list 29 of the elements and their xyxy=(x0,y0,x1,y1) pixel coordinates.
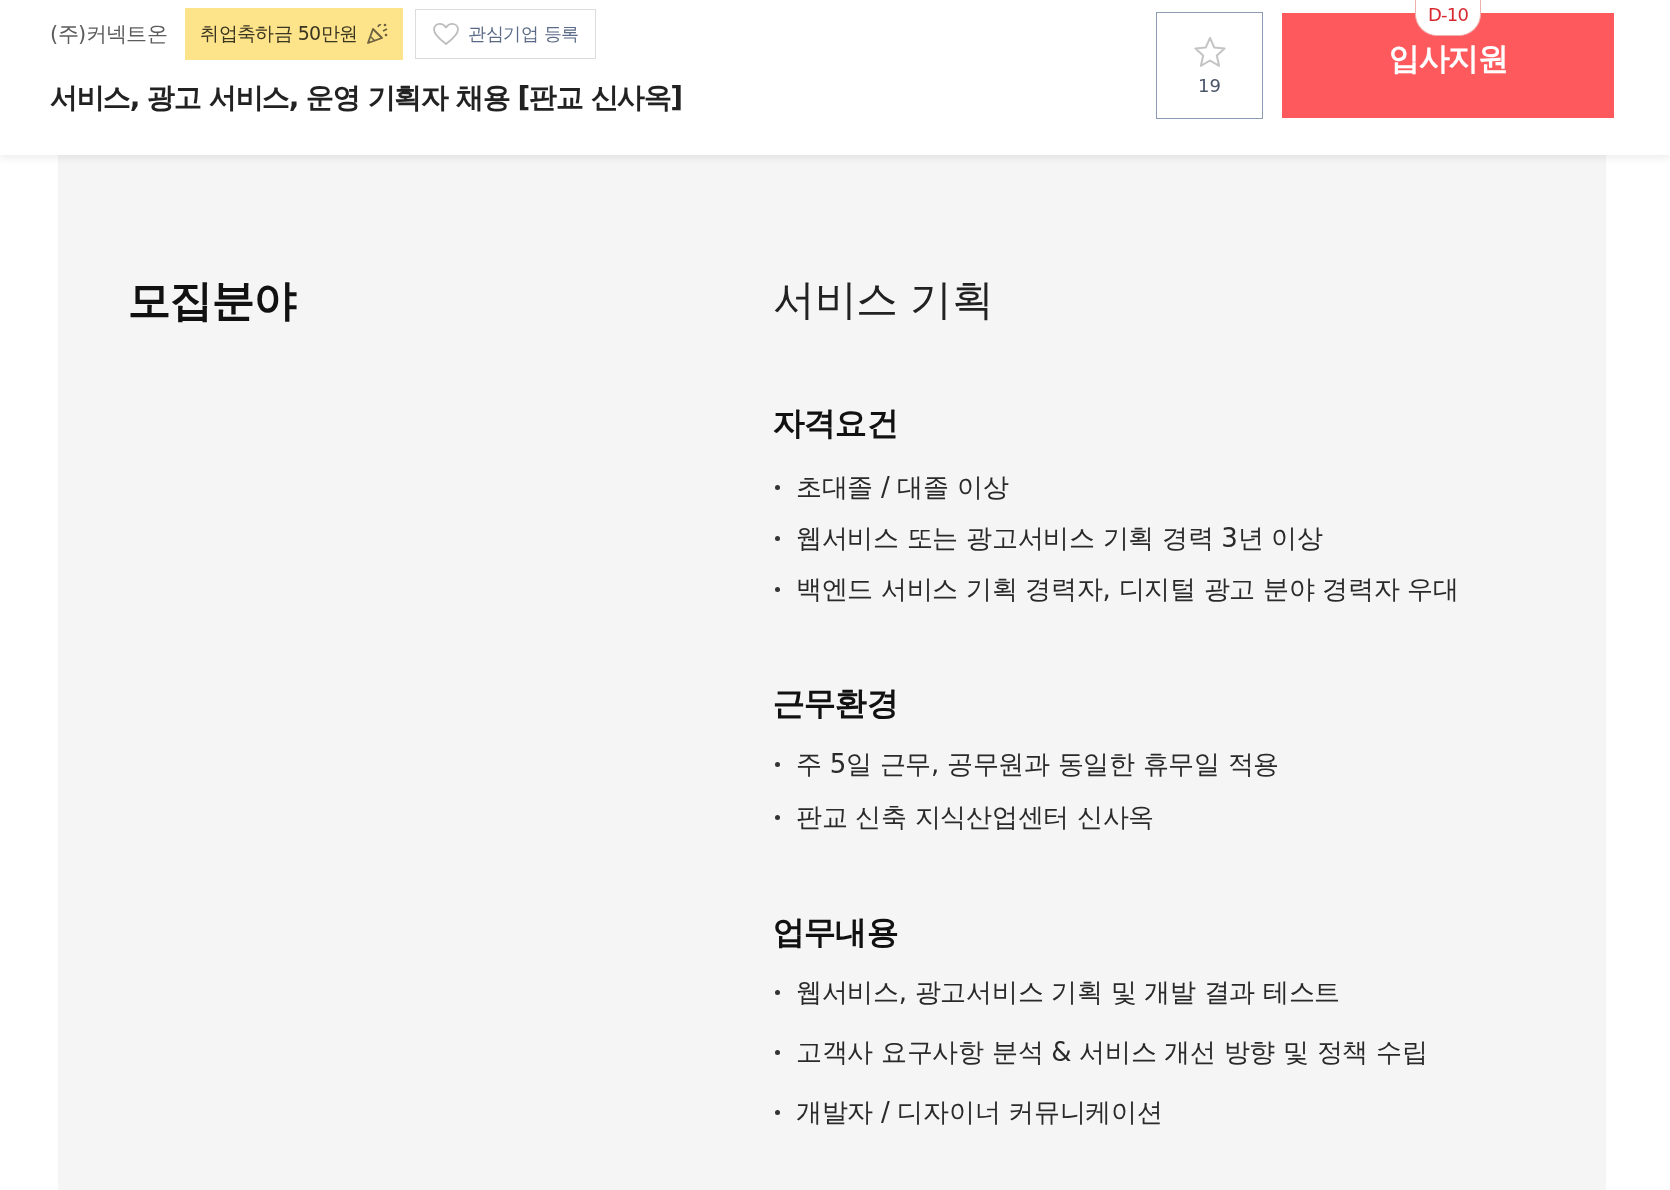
section-heading: 모집분야 xyxy=(128,274,296,327)
subsection-heading: 자격요건 xyxy=(773,403,898,444)
list-item-text: 초대졸 / 대졸 이상 xyxy=(796,471,1009,504)
subsection-heading: 업무내용 xyxy=(773,912,898,953)
subsection-heading: 근무환경 xyxy=(773,683,898,724)
list-item-text: 고객사 요구사항 분석 & 서비스 개선 방향 및 정책 수립 xyxy=(796,1036,1428,1069)
list-item-text: 개발자 / 디자이너 커뮤니케이션 xyxy=(796,1096,1163,1129)
follow-company-button[interactable]: 관심기업 등록 xyxy=(415,9,596,59)
list-item-text: 판교 신축 지식산업센터 신사옥 xyxy=(796,801,1154,834)
bullet-icon xyxy=(775,989,780,995)
list-item-text: 주 5일 근무, 공무원과 동일한 휴무일 적용 xyxy=(796,748,1280,781)
company-name[interactable]: (주)커넥트온 xyxy=(50,20,168,48)
deadline-badge: D-10 xyxy=(1415,0,1481,36)
list-item-text: 웹서비스, 광고서비스 기획 및 개발 결과 테스트 xyxy=(796,976,1341,1009)
bullet-icon xyxy=(775,762,780,767)
bullet-icon xyxy=(775,485,780,490)
bonus-text: 취업축하금 50만원 xyxy=(200,21,358,46)
bullet-icon xyxy=(775,1049,780,1055)
bullet-icon xyxy=(775,536,780,541)
list-item-text: 백엔드 서비스 기획 경력자, 디지털 광고 분야 경력자 우대 xyxy=(796,573,1459,606)
position-title: 서비스 기획 xyxy=(773,274,994,326)
job-title: 서비스, 광고 서비스, 운영 기획자 채용 [판교 신사옥] xyxy=(50,80,682,116)
bookmark-button[interactable]: 19 xyxy=(1156,12,1263,119)
party-popper-icon xyxy=(365,22,390,46)
bullet-icon xyxy=(775,587,780,592)
bullet-icon xyxy=(775,1109,780,1115)
list-item-text: 웹서비스 또는 광고서비스 기획 경력 3년 이상 xyxy=(796,522,1323,555)
bookmark-count: 19 xyxy=(1198,74,1221,96)
bullet-icon xyxy=(775,815,780,820)
